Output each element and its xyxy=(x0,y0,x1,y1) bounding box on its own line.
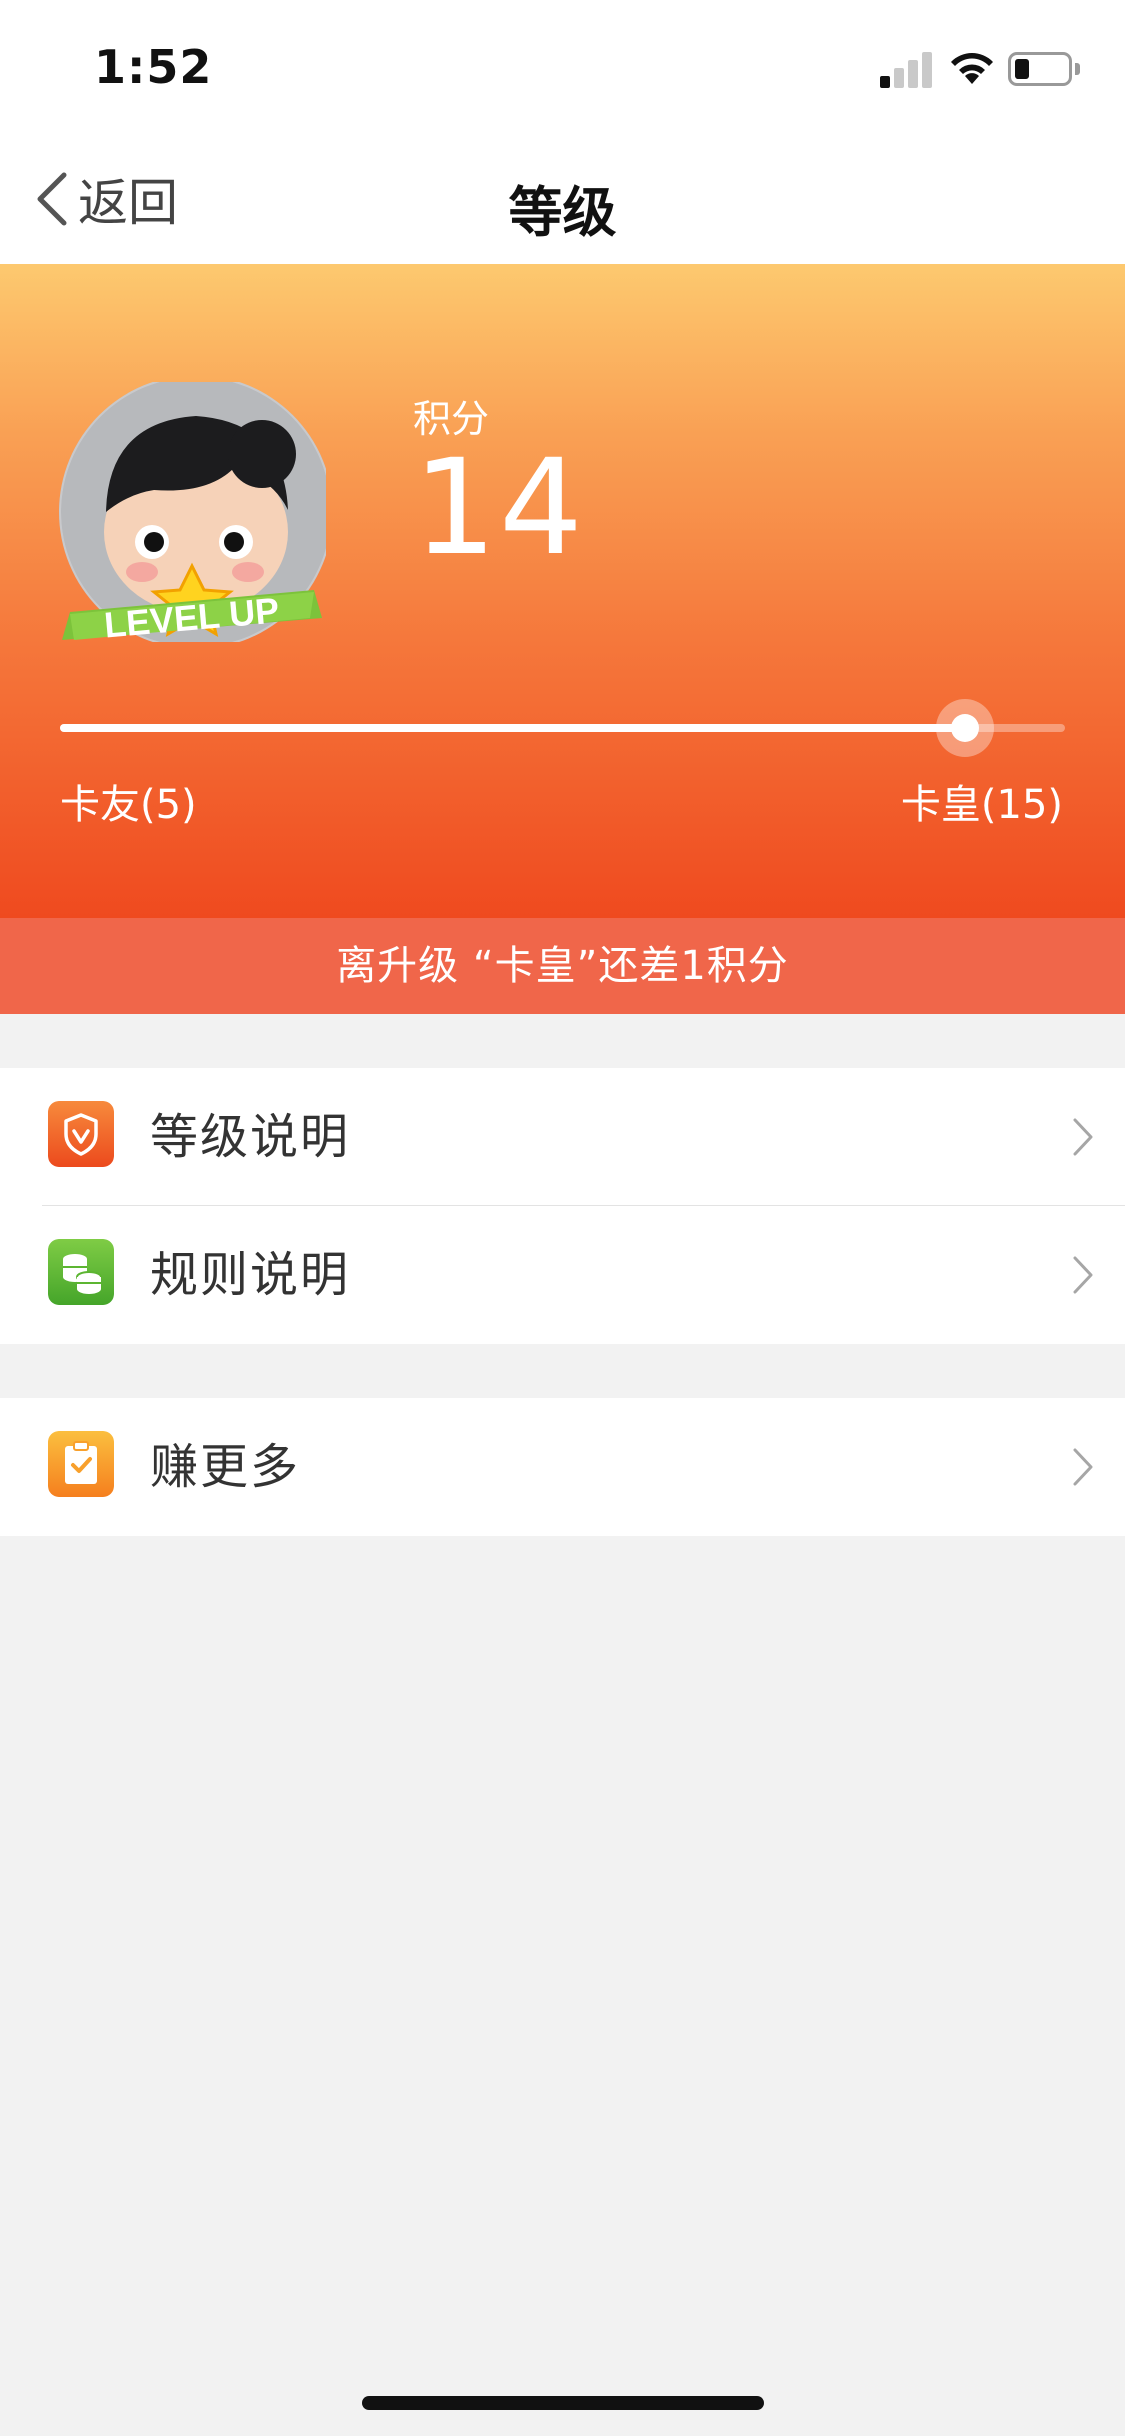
clipboard-check-icon xyxy=(48,1431,114,1497)
page: 1:52 返回 等级 LEVEL UP 积分 14 卡友(5) 卡皇(15) 离… xyxy=(0,0,1125,2436)
progress-fill xyxy=(60,724,965,732)
battery-icon xyxy=(1008,52,1080,86)
home-indicator[interactable] xyxy=(362,2396,764,2410)
score-value: 14 xyxy=(413,431,585,585)
status-bar: 1:52 xyxy=(0,0,1125,132)
chevron-right-icon xyxy=(1073,1118,1093,1156)
cellular-signal-icon xyxy=(880,52,936,88)
menu-item-label: 等级说明 xyxy=(150,1109,351,1165)
chevron-right-icon xyxy=(1073,1448,1093,1486)
shield-icon xyxy=(48,1101,114,1167)
menu-item-level-info[interactable]: 等级说明 xyxy=(0,1068,1125,1206)
coins-icon xyxy=(48,1239,114,1305)
avatar: LEVEL UP xyxy=(59,382,326,642)
nav-bar: 返回 等级 xyxy=(0,132,1125,264)
level-progress-bar xyxy=(60,699,1065,757)
status-time: 1:52 xyxy=(94,40,213,94)
upgrade-notice: 离升级 “卡皇”还差1积分 xyxy=(0,918,1125,1014)
menu-item-label: 规则说明 xyxy=(150,1247,351,1303)
progress-handle xyxy=(935,699,994,757)
level-header: LEVEL UP 积分 14 卡友(5) 卡皇(15) xyxy=(0,264,1125,918)
page-title: 等级 xyxy=(508,181,617,244)
menu-group-info: 等级说明 规则说明 xyxy=(0,1068,1125,1344)
current-level-label: 卡友(5) xyxy=(60,782,197,828)
menu-group-earn: 赚更多 xyxy=(0,1398,1125,1536)
chevron-right-icon xyxy=(1073,1256,1093,1294)
menu-item-earn-more[interactable]: 赚更多 xyxy=(0,1398,1125,1536)
menu-item-label: 赚更多 xyxy=(150,1439,301,1495)
menu-item-rules[interactable]: 规则说明 xyxy=(0,1206,1125,1344)
wifi-icon xyxy=(951,53,993,84)
next-level-label: 卡皇(15) xyxy=(900,782,1063,828)
